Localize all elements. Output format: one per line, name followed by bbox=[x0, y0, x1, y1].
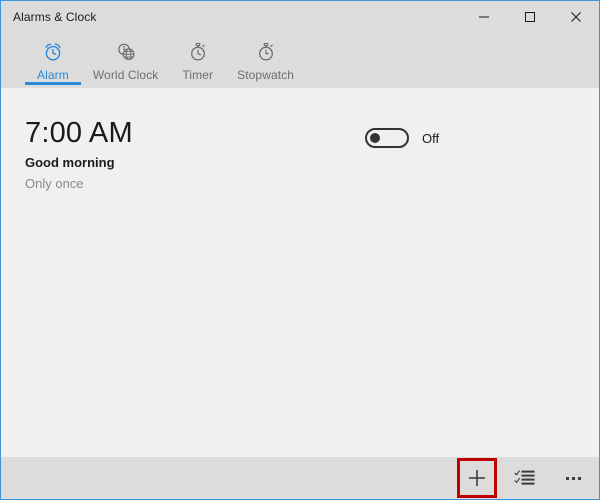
alarm-clock-icon bbox=[42, 39, 64, 65]
maximize-button[interactable] bbox=[507, 1, 553, 32]
add-alarm-button[interactable] bbox=[457, 458, 497, 498]
app-window: Alarms & Clock Alarm World Clock Timer S… bbox=[0, 0, 600, 500]
tab-alarm-label: Alarm bbox=[37, 68, 69, 82]
alarm-name: Good morning bbox=[25, 155, 115, 170]
tab-strip: Alarm World Clock Timer Stopwatch bbox=[1, 32, 599, 88]
alarm-details: 7:00 AM Good morning Only once bbox=[1, 116, 133, 193]
window-title: Alarms & Clock bbox=[13, 9, 97, 24]
command-bar bbox=[1, 457, 599, 499]
alarm-list-item[interactable]: 7:00 AM Good morning Only once Off bbox=[1, 116, 599, 202]
ellipsis-icon bbox=[565, 476, 581, 480]
alarm-repeat: Only once bbox=[25, 176, 84, 191]
tab-stopwatch-label: Stopwatch bbox=[237, 68, 295, 82]
alarm-time: 7:00 AM bbox=[25, 117, 133, 149]
maximize-icon bbox=[525, 11, 535, 22]
alarm-toggle-group: Off bbox=[365, 128, 439, 148]
alarm-toggle-state-label: Off bbox=[422, 130, 440, 146]
tab-timer[interactable]: Timer bbox=[170, 32, 225, 88]
title-bar: Alarms & Clock bbox=[1, 1, 599, 32]
alarm-toggle-switch[interactable] bbox=[365, 128, 409, 148]
tab-world-clock-label: World Clock bbox=[92, 68, 159, 82]
close-button[interactable] bbox=[553, 1, 599, 32]
toggle-knob bbox=[370, 133, 380, 143]
more-options-button[interactable] bbox=[553, 458, 593, 498]
select-checklist-icon bbox=[514, 470, 535, 485]
stopwatch-icon bbox=[255, 39, 277, 65]
tab-active-underline bbox=[25, 82, 81, 85]
alarm-list-area: 7:00 AM Good morning Only once Off bbox=[1, 88, 599, 457]
tab-stopwatch[interactable]: Stopwatch bbox=[225, 32, 306, 88]
close-icon bbox=[571, 11, 581, 22]
world-clock-icon bbox=[115, 39, 137, 65]
tab-alarm[interactable]: Alarm bbox=[25, 32, 81, 88]
minimize-icon bbox=[479, 16, 489, 17]
tab-timer-label: Timer bbox=[182, 68, 214, 82]
minimize-button[interactable] bbox=[461, 1, 507, 32]
plus-icon bbox=[469, 470, 485, 486]
select-alarms-button[interactable] bbox=[505, 458, 545, 498]
tab-world-clock[interactable]: World Clock bbox=[81, 32, 171, 88]
window-controls bbox=[461, 1, 599, 32]
timer-icon bbox=[187, 39, 209, 65]
